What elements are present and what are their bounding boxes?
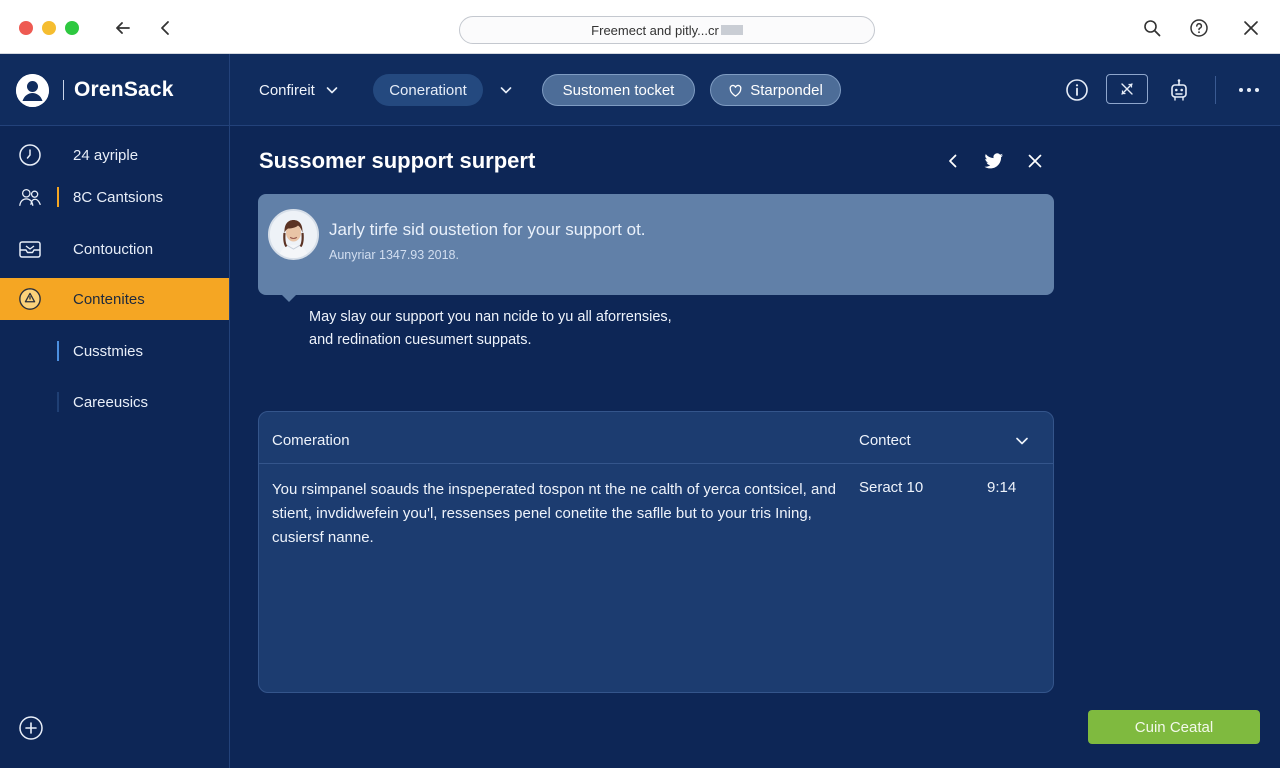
conversation-table: Comeration Contect You rsimpanel soauds …: [258, 411, 1054, 693]
message-bubble-tail: [280, 293, 298, 302]
sidebar-item-indicator: [57, 392, 59, 412]
chevron-down-icon[interactable]: [492, 76, 520, 104]
column-header-comeration[interactable]: Comeration: [272, 432, 350, 449]
inbox-icon: [18, 237, 42, 261]
window-minimize-dot[interactable]: [42, 21, 56, 35]
sidebar-item-label: 8C Cantsions: [73, 188, 164, 206]
nav-conerationt[interactable]: Conerationt: [373, 74, 483, 106]
sidebar-item-contenites[interactable]: Contenites: [0, 278, 229, 320]
message-timestamp: Aunyriar 1347.93 2018.: [329, 248, 459, 262]
sidebar-item-8c-cantsions[interactable]: 8C Cantsions: [0, 176, 229, 218]
bird-icon[interactable]: [981, 148, 1007, 174]
window-maximize-dot[interactable]: [65, 21, 79, 35]
sidebar-item-label: Cusstmies: [73, 342, 144, 360]
sidebar-item-careeusics[interactable]: Careeusics: [0, 381, 229, 423]
sidebar-item-24-ayriple[interactable]: 24 ayriple: [0, 134, 229, 176]
nav-sustomen-tocket-label: Sustomen tocket: [562, 81, 675, 99]
message-text: Jarly tirfe sid oustetion for your suppo…: [329, 220, 646, 239]
robot-icon[interactable]: [1165, 76, 1193, 104]
close-icon[interactable]: [1022, 148, 1048, 174]
nav-starpondel[interactable]: Starpondel: [710, 74, 841, 106]
help-icon[interactable]: [1185, 14, 1213, 42]
nav-sustomen-tocket[interactable]: Sustomen tocket: [542, 74, 695, 106]
sidebar-item-cusstmies[interactable]: Cusstmies: [0, 330, 229, 372]
browser-chrome: Freemect and pitly...cr: [0, 0, 1280, 54]
sidebar-item-label: Contouction: [73, 240, 154, 258]
heart-icon: [729, 84, 742, 97]
brand-divider: [63, 80, 64, 100]
nav-starpondel-label: Starpondel: [750, 81, 823, 99]
reply-line: May slay our support you nan ncide to yu…: [309, 309, 672, 325]
chevron-left-icon[interactable]: [152, 14, 180, 42]
address-bar-redaction: [720, 25, 743, 35]
users-icon: [18, 185, 42, 209]
address-bar[interactable]: Freemect and pitly...cr: [459, 16, 875, 44]
search-icon[interactable]: [1138, 14, 1166, 42]
more-icon[interactable]: [1235, 76, 1263, 104]
nav-confireit[interactable]: Confireit: [259, 74, 339, 106]
chevron-left-icon[interactable]: [940, 148, 966, 174]
window-close-dot[interactable]: [19, 21, 33, 35]
info-icon[interactable]: [1063, 76, 1091, 104]
brand[interactable]: OrenSack: [16, 72, 174, 108]
column-header-contect[interactable]: Contect: [859, 432, 911, 449]
sidebar-item-indicator: [57, 187, 59, 207]
reply-text: May slay our support you nan ncide to yu…: [309, 306, 769, 352]
close-icon[interactable]: [1237, 14, 1265, 42]
sidebar-item-label: 24 ayriple: [73, 146, 139, 164]
sidebar-item-label: Contenites: [73, 290, 145, 308]
nav-confireit-label: Confireit: [259, 81, 315, 99]
page-title: Sussomer support surpert: [259, 148, 536, 173]
header-divider: [1215, 76, 1216, 104]
sidebar: 24 ayriple 8C Cantsions Contouction Cont…: [0, 126, 229, 768]
app-header: OrenSack Confireit Conerationt Sustomen …: [0, 54, 1280, 126]
cuin-ceatal-button[interactable]: Cuin Ceatal: [1088, 710, 1260, 744]
table-cell-time: 9:14: [987, 479, 1017, 496]
chevron-down-icon[interactable]: [1011, 430, 1033, 452]
sidebar-divider: [229, 54, 230, 768]
agent-avatar[interactable]: [268, 209, 319, 260]
address-bar-text: Freemect and pitly...cr: [591, 22, 719, 38]
arrow-left-icon[interactable]: [109, 14, 137, 42]
collapse-icon[interactable]: [1106, 74, 1148, 104]
message-bubble: [258, 194, 1054, 295]
table-cell-contact: Seract 10: [859, 479, 924, 496]
chevron-down-icon: [326, 87, 338, 94]
alert-icon: [18, 287, 42, 311]
nav-conerationt-label: Conerationt: [389, 81, 467, 99]
plus-circle-icon[interactable]: [18, 715, 44, 741]
user-avatar-icon: [16, 73, 49, 107]
table-header-divider: [259, 463, 1053, 464]
sidebar-item-contouction[interactable]: Contouction: [0, 228, 229, 270]
reply-line: and redination cuesumert suppats.: [309, 332, 532, 348]
clock-icon: [18, 143, 42, 167]
sidebar-item-label: Careeusics: [73, 393, 149, 411]
table-cell-text: You rsimpanel soauds the inspeperated to…: [272, 481, 836, 546]
app-name: OrenSack: [74, 78, 174, 101]
sidebar-item-indicator: [57, 341, 59, 361]
